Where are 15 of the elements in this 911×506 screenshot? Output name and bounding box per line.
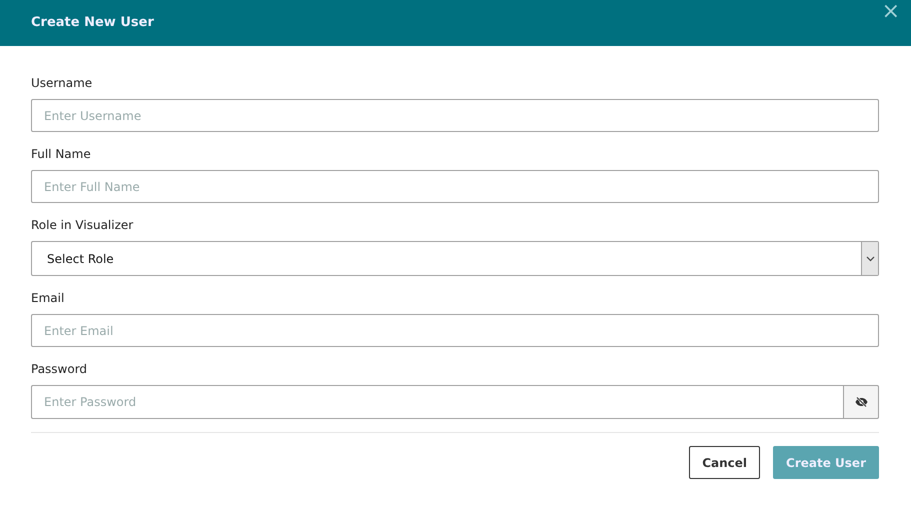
role-dropdown[interactable]: Select Role	[31, 241, 879, 276]
input-field[interactable]: Enter Email	[31, 314, 879, 347]
show-password-button[interactable]	[843, 385, 879, 419]
input-field[interactable]: Enter Username	[31, 99, 879, 132]
cancel-button[interactable]: Cancel	[689, 446, 760, 479]
eye-slash-icon	[854, 397, 868, 407]
field-label: Password	[31, 361, 88, 378]
field-label: Role in Visualizer	[31, 217, 134, 234]
password-field[interactable]: Enter Password	[31, 385, 843, 419]
field-label: Email	[31, 290, 66, 307]
caret-icon	[866, 256, 874, 262]
input-field[interactable]: Enter Full Name	[31, 170, 879, 203]
field-label: Username	[31, 75, 94, 92]
dialog-title: Create New User	[31, 14, 154, 32]
field-label: Full Name	[31, 146, 92, 163]
